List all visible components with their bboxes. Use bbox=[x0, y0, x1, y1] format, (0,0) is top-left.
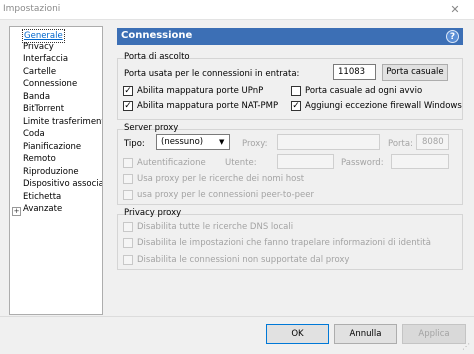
proxy-p2p-checkbox[interactable] bbox=[123, 190, 133, 200]
natpmp-label: Abilita mappatura porte NAT-PMP bbox=[137, 101, 279, 111]
firewall-exception-checkbox[interactable]: ✓ bbox=[291, 101, 301, 111]
expand-icon[interactable]: + bbox=[12, 207, 21, 216]
proxy-privacy-group-title: Privacy proxy bbox=[124, 208, 182, 218]
proxy-type-select[interactable]: (nessuno) ▼ bbox=[156, 134, 230, 150]
tree-item-bittorrent[interactable]: BitTorrent bbox=[23, 103, 64, 115]
help-icon[interactable]: ? bbox=[446, 30, 459, 43]
proxy-hostname-lookup-label: Usa proxy per le ricerche dei nomi host bbox=[137, 174, 305, 184]
disable-identity-leak-checkbox[interactable] bbox=[123, 238, 133, 248]
disable-identity-leak-label: Disabilita le impostazioni che fanno tra… bbox=[137, 238, 431, 248]
proxy-user-input[interactable] bbox=[277, 154, 334, 169]
natpmp-checkbox[interactable]: ✓ bbox=[123, 101, 133, 111]
footer-divider bbox=[0, 316, 474, 317]
tree-item-privacy[interactable]: Privacy bbox=[23, 41, 54, 53]
tree-item-etichetta[interactable]: Etichetta bbox=[23, 191, 61, 203]
disable-unsupported-label: Disabilita le connessioni non supportate… bbox=[137, 255, 350, 265]
window-title: Impostazioni bbox=[3, 4, 61, 14]
tree-item-connessione[interactable]: Connessione bbox=[23, 78, 77, 90]
random-port-each-start-label: Porta casuale ad ogni avvio bbox=[305, 86, 423, 96]
proxy-hostname-lookup-checkbox[interactable] bbox=[123, 174, 133, 184]
tree-item-remoto[interactable]: Remoto bbox=[23, 153, 56, 165]
ok-button[interactable]: OK bbox=[266, 324, 329, 344]
panel-header: Connessione bbox=[117, 28, 463, 45]
tree-item-dispositivo-associato[interactable]: Dispositivo associato bbox=[23, 178, 102, 190]
disable-dns-checkbox[interactable] bbox=[123, 222, 133, 232]
proxy-port-input[interactable]: 8080 bbox=[416, 134, 449, 150]
disable-unsupported-checkbox[interactable] bbox=[123, 255, 133, 265]
upnp-label: Abilita mappatura porte UPnP bbox=[137, 86, 264, 96]
proxy-server-group-title: Server proxy bbox=[124, 123, 179, 133]
random-port-button[interactable]: Porta casuale bbox=[382, 64, 448, 81]
disable-dns-label: Disabilita tutte le ricerche DNS locali bbox=[137, 222, 294, 232]
tree-item-interfaccia[interactable]: Interfaccia bbox=[23, 53, 68, 65]
proxy-auth-checkbox[interactable] bbox=[123, 158, 133, 168]
tree-item-banda[interactable]: Banda bbox=[23, 91, 50, 103]
chevron-down-icon: ▼ bbox=[219, 138, 225, 146]
cancel-button[interactable]: Annulla bbox=[334, 324, 397, 344]
proxy-port-label: Porta: bbox=[388, 139, 413, 149]
proxy-password-input[interactable] bbox=[391, 154, 449, 169]
tree-item-cartelle[interactable]: Cartelle bbox=[23, 66, 56, 78]
proxy-p2p-label: usa proxy per le connessioni peer-to-pee… bbox=[137, 190, 314, 200]
proxy-type-label: Tipo: bbox=[124, 139, 145, 149]
proxy-host-input[interactable] bbox=[277, 134, 380, 150]
apply-button[interactable]: Applica bbox=[402, 324, 466, 344]
proxy-password-label: Password: bbox=[341, 158, 384, 168]
listen-port-group-title: Porta di ascolto bbox=[124, 52, 190, 62]
tree-item-limite-trasferimenti[interactable]: Limite trasferimenti bbox=[23, 116, 102, 128]
panel-title: Connessione bbox=[121, 30, 193, 41]
tree-item-pianificazione[interactable]: Pianificazione bbox=[23, 141, 81, 153]
random-port-each-start-checkbox[interactable] bbox=[291, 86, 301, 96]
incoming-port-input[interactable]: 11083 bbox=[333, 64, 376, 80]
window-close-button[interactable]: ✕ bbox=[445, 3, 465, 17]
proxy-type-value: (nessuno) bbox=[161, 137, 204, 147]
incoming-port-label: Porta usata per le connessioni in entrat… bbox=[124, 69, 300, 79]
proxy-auth-label: Autentificazione bbox=[137, 158, 206, 168]
firewall-exception-label: Aggiungi eccezione firewall Windows bbox=[305, 101, 462, 111]
tree-item-avanzate[interactable]: Avanzate bbox=[23, 203, 62, 215]
resize-grip-icon[interactable]: ⋰ bbox=[462, 342, 472, 352]
title-bar: Impostazioni bbox=[0, 0, 474, 20]
upnp-checkbox[interactable]: ✓ bbox=[123, 86, 133, 96]
settings-tree[interactable]: Generale Privacy Interfaccia Cartelle Co… bbox=[9, 26, 103, 315]
tree-item-coda[interactable]: Coda bbox=[23, 128, 45, 140]
tree-item-riproduzione[interactable]: Riproduzione bbox=[23, 166, 79, 178]
proxy-user-label: Utente: bbox=[225, 158, 257, 168]
proxy-host-label: Proxy: bbox=[242, 139, 268, 149]
